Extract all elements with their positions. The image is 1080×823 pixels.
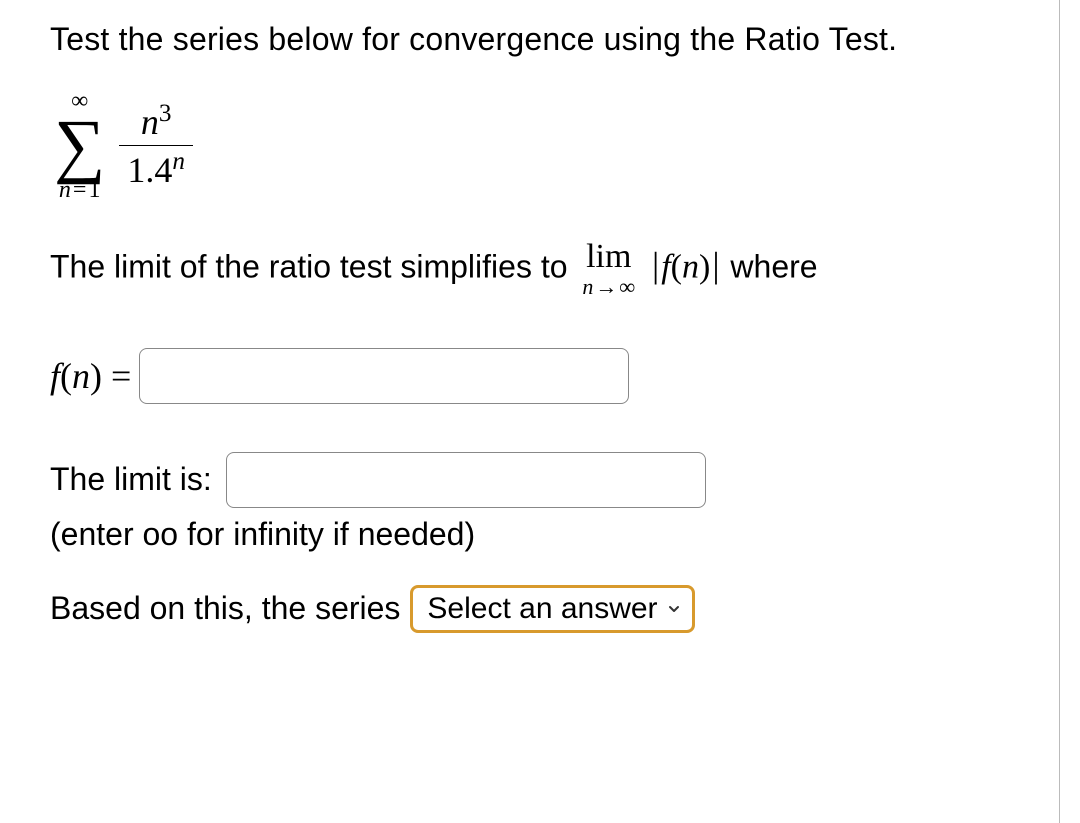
- input-hint: (enter oo for infinity if needed): [50, 516, 1030, 553]
- limit-post-text: where: [730, 248, 817, 284]
- lim-sub-var: n: [582, 274, 593, 299]
- fn-open: (: [60, 356, 72, 396]
- limit-pre-text: The limit of the ratio test simplifies t…: [50, 248, 576, 284]
- sigma-lower: n=1: [59, 178, 101, 202]
- fn-input-row: f(n) =: [50, 348, 1030, 404]
- sigma-lower-val: 1: [88, 177, 100, 203]
- sigma-symbol: ∑: [54, 113, 105, 178]
- fraction-numerator: n3: [133, 100, 180, 145]
- fn-var: n: [72, 356, 90, 396]
- lim-sub-inf: ∞: [619, 274, 635, 299]
- series-conclusion-select[interactable]: Select an answer: [410, 585, 694, 633]
- num-exp: 3: [159, 100, 172, 127]
- fofn-open: (: [671, 248, 682, 285]
- fofn-var: n: [682, 248, 699, 285]
- fofn-close: ): [699, 248, 710, 285]
- conclusion-row: Based on this, the series Select an answ…: [50, 585, 1030, 633]
- f-of-n: f(n): [661, 248, 710, 285]
- fn-eq: =: [102, 356, 131, 396]
- den-exp: n: [172, 148, 185, 175]
- fraction-denominator: 1.4n: [119, 145, 193, 191]
- limit-sentence: The limit of the ratio test simplifies t…: [50, 240, 1030, 298]
- sigma-lower-var: n: [59, 177, 71, 203]
- lim-sub-arrow: →: [593, 274, 619, 299]
- series-expression: ∞ ∑ n=1 n3 1.4n: [54, 89, 1030, 202]
- lim-word: lim: [586, 240, 631, 274]
- limit-expression: lim n→∞: [582, 240, 635, 298]
- limit-is-label: The limit is:: [50, 461, 212, 498]
- limit-input[interactable]: [226, 452, 706, 508]
- limit-value-row: The limit is:: [50, 452, 1030, 508]
- fofn-f: f: [661, 248, 670, 285]
- sigma-notation: ∞ ∑ n=1: [54, 89, 105, 202]
- lim-subscript: n→∞: [582, 276, 635, 298]
- abs-close: |: [710, 245, 721, 285]
- den-base: 1.4: [127, 150, 172, 190]
- fn-close: ): [90, 356, 102, 396]
- chevron-down-icon: [666, 601, 682, 617]
- conclusion-pre: Based on this, the series: [50, 590, 400, 627]
- select-placeholder: Select an answer: [427, 592, 657, 626]
- abs-open: |: [650, 245, 661, 285]
- fn-label: f(n) =: [50, 355, 131, 397]
- series-fraction: n3 1.4n: [119, 100, 193, 191]
- sigma-lower-eq: =: [71, 177, 89, 203]
- prompt-text: Test the series below for convergence us…: [50, 18, 1030, 61]
- fn-f: f: [50, 356, 60, 396]
- num-base: n: [141, 102, 159, 142]
- right-divider: [1059, 0, 1060, 823]
- fn-input[interactable]: [139, 348, 629, 404]
